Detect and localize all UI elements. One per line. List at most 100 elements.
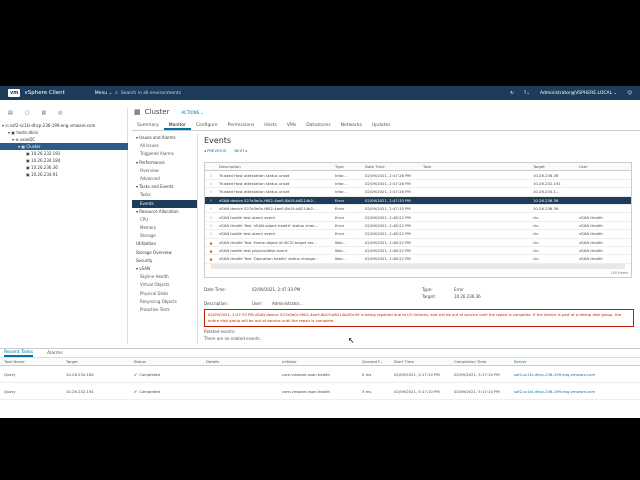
monitor-menu-item[interactable]: Storage Overview <box>132 249 197 257</box>
storage-icon[interactable]: ▥ <box>41 110 46 116</box>
menu-button[interactable]: Menu ⌄ <box>95 91 113 96</box>
event-row[interactable]: ! vSAN health test alarm event Error 02/09/… <box>205 213 631 222</box>
monitor-menu-item[interactable]: Security <box>132 257 197 265</box>
event-row[interactable]: i Trusted Host attestation status unset In… <box>205 171 631 180</box>
task-column-header[interactable]: Server <box>514 359 634 364</box>
monitor-menu-item[interactable]: ▾ Resource Allocation <box>132 208 197 216</box>
user-menu[interactable]: Administrator@VSPHERE.LOCAL ⌄ <box>540 91 617 96</box>
tab-datastores[interactable]: Datastores <box>301 122 335 130</box>
task-row[interactable]: Query 10.26.232.191 ✔ Completed com.vmware.v… <box>0 383 640 400</box>
smiley-icon[interactable]: ☺ <box>627 91 632 96</box>
tab-vms[interactable]: VMs <box>282 122 301 130</box>
monitor-menu-item[interactable]: All Issues <box>132 142 197 150</box>
monitor-menu-item[interactable]: Storage <box>132 232 197 240</box>
event-row[interactable]: i Trusted Host attestation status unset In… <box>205 188 631 197</box>
tree-item[interactable]: ▣ 10.26.234.184 <box>0 157 128 164</box>
task-start-text: 02/09/2021, 5:17:10 PM <box>394 371 440 377</box>
refresh-icon[interactable]: ↻ <box>510 91 514 96</box>
tab-permissions[interactable]: Permissions <box>223 122 260 130</box>
event-row[interactable]: i Trusted Host attestation status unset In… <box>205 180 631 189</box>
column-header[interactable]: User <box>579 164 631 169</box>
vsphere-client-window: vm vSphere Client Menu ⌄ ⌕ Search in all… <box>0 86 640 418</box>
task-column-header[interactable]: Start Time <box>394 359 454 364</box>
column-header[interactable]: Type <box>335 164 365 169</box>
tree-item[interactable]: ▣ 10.26.232.191 <box>0 150 128 157</box>
event-row[interactable]: ! vSAN device 527a3e0c-f602-4ae5-8b19-b82… <box>205 196 631 205</box>
event-row[interactable]: ▲ vSAN Health Test 'Home object of iSCSI … <box>205 239 631 247</box>
monitor-menu-item[interactable]: Events <box>132 199 197 208</box>
event-row[interactable]: ▲ vSAN Health Test 'Operation health' sta… <box>205 255 631 264</box>
column-header[interactable]: Description <box>217 164 335 169</box>
task-column-header[interactable]: Initiator <box>282 359 362 364</box>
detail-row-target: Target: 10.26.236.36 <box>204 293 634 300</box>
monitor-menu-item[interactable]: Advanced <box>132 175 197 183</box>
event-row[interactable]: ! vSAN health test alarm event Error 02/09/… <box>205 230 631 239</box>
task-cell-server[interactable]: sof2-sc1ki-dhcp-236-199.eng.vmware.com <box>514 389 634 394</box>
tree-item[interactable]: ▾ ⊕ vsanDC <box>0 136 128 143</box>
actions-menu[interactable]: ACTIONS ⌄ <box>181 110 203 115</box>
event-details: Date Time: 02/09/2021, 2:47:33 PM Type: … <box>204 286 634 341</box>
global-search-input[interactable]: ⌕ Search in all environments <box>115 89 315 97</box>
monitor-menu-item[interactable]: ▾ Performance <box>132 159 197 167</box>
tree-item[interactable]: ▣ 10.26.234.91 <box>0 171 128 178</box>
monitor-menu-item[interactable]: ▾ Tasks and Events <box>132 183 197 191</box>
tab-networks[interactable]: Networks <box>336 122 367 130</box>
tree-item[interactable]: ▾ ⊟ sof2-sc1ki-dhcp-236-199.eng.vmware.c… <box>0 122 128 129</box>
event-cell-target: clu <box>533 231 539 237</box>
monitor-menu-item[interactable]: Virtual Objects <box>132 281 197 289</box>
monitor-menu-item[interactable]: Utilization <box>132 240 197 248</box>
hosts-clusters-icon[interactable]: ▤ <box>8 110 13 116</box>
task-cell-target[interactable]: 10.26.232.191 <box>66 389 134 394</box>
previous-button[interactable]: ◂ PREVIOUS <box>204 148 226 153</box>
event-row[interactable]: ▲ vSAN health test physicaldisk event War.… <box>205 247 631 256</box>
column-header[interactable]: Target <box>533 164 579 169</box>
task-cell-target[interactable]: 10.26.234.184 <box>66 372 134 377</box>
column-header[interactable]: Task <box>423 164 533 169</box>
vms-templates-icon[interactable]: ▢ <box>25 110 30 116</box>
monitor-menu-item[interactable]: Physical Disks <box>132 290 197 298</box>
event-cell-desc: Trusted Host attestation status unset <box>219 180 290 186</box>
column-header[interactable]: Date Time <box>365 164 423 169</box>
monitor-menu-item[interactable]: Memory <box>132 224 197 232</box>
tab-monitor[interactable]: Monitor <box>163 122 191 130</box>
event-cell-date: 02/09/2021, 2:48:22 PM <box>365 239 411 245</box>
monitor-menu-item[interactable]: Tasks <box>132 191 197 199</box>
event-row[interactable]: ! vSAN Health Test 'vSAN object health' s… <box>205 222 631 231</box>
task-column-header[interactable]: Target <box>66 359 134 364</box>
monitor-menu-item[interactable]: Proactive Tests <box>132 306 197 314</box>
task-status-text: Completed <box>139 388 160 394</box>
network-icon[interactable]: ◎ <box>58 110 62 116</box>
event-type-icon: ! <box>210 214 212 220</box>
tab-hosts[interactable]: Hosts <box>259 122 282 130</box>
tab-recent-tasks[interactable]: Recent Tasks <box>4 350 34 357</box>
task-column-header[interactable]: Task Name <box>0 359 66 364</box>
monitor-menu-item[interactable]: Resyncing Objects <box>132 298 197 306</box>
monitor-menu-item[interactable]: Skyline Health <box>132 273 197 281</box>
next-button[interactable]: NEXT ▸ <box>234 148 247 153</box>
tab-configure[interactable]: Configure <box>191 122 223 130</box>
task-row[interactable]: Query 10.26.234.184 ✔ Completed com.vmware.v… <box>0 366 640 383</box>
inventory-navigator: ▤ ▢ ▥ ◎ ▾ ⊟ sof2-sc1ki-dhcp-236-199.eng.… <box>0 108 128 344</box>
monitor-menu-item[interactable]: Triggered Alarms <box>132 150 197 158</box>
task-column-header[interactable]: Queued F... <box>362 359 394 364</box>
event-type-icon: i <box>210 180 212 186</box>
event-cell-date: 02/09/2021, 2:47:33 PM <box>365 197 411 203</box>
task-cell-server[interactable]: sof2-sc1ki-dhcp-236-199.eng.vmware.com <box>514 372 634 377</box>
tab-updates[interactable]: Updates <box>367 122 396 130</box>
help-icon[interactable]: ?⌄ <box>524 91 530 96</box>
task-column-header[interactable]: Details <box>206 359 282 364</box>
task-column-header[interactable]: Completion Time <box>454 359 514 364</box>
tree-item[interactable]: ▾ ▦ Cluster <box>0 143 128 150</box>
tab-summary[interactable]: Summary <box>132 122 164 130</box>
tree-item[interactable]: ▣ 10.26.236.36 <box>0 164 128 171</box>
task-column-header[interactable]: Status <box>134 359 206 364</box>
event-type-icon: ! <box>210 197 212 203</box>
description-label: Description: <box>204 301 229 306</box>
monitor-menu-item[interactable]: ▾ vSAN <box>132 265 197 273</box>
tree-item[interactable]: ▾ ▣ hosts-dkini <box>0 129 128 136</box>
monitor-menu-item[interactable]: ▾ Issues and Alarms <box>132 134 197 142</box>
event-row[interactable]: ! vSAN device 527a3e0c-f602-4ae5-8b19-b82… <box>205 205 631 214</box>
monitor-menu-item[interactable]: Overview <box>132 167 197 175</box>
monitor-menu-item[interactable]: CPU <box>132 216 197 224</box>
tab-alarms[interactable]: Alarms <box>47 351 63 356</box>
